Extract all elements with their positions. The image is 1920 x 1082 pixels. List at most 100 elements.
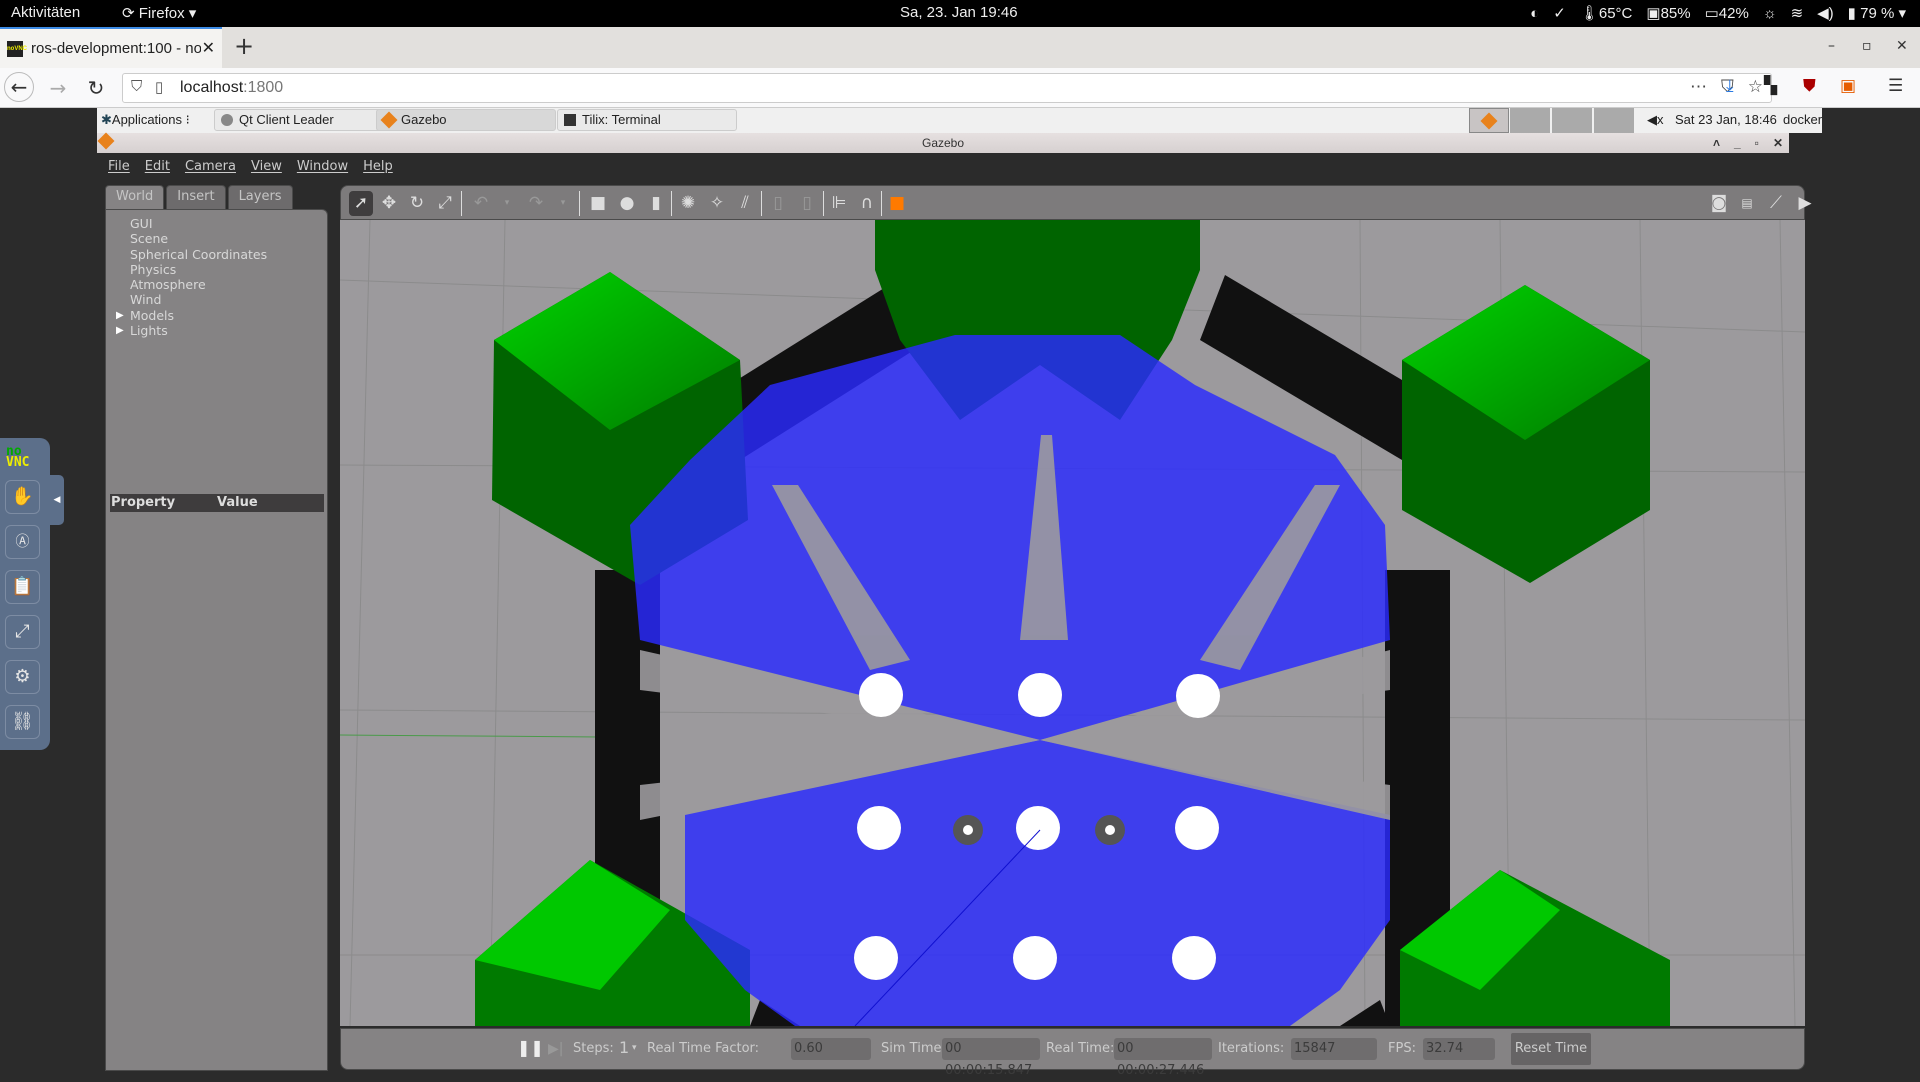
tree-item-gui[interactable]: GUI	[130, 216, 267, 231]
addon-s-icon[interactable]: ▣	[1840, 76, 1856, 96]
forward-button[interactable]: →	[44, 74, 72, 102]
gazebo-mini-icon	[1480, 112, 1498, 130]
box-icon[interactable]: ■	[586, 191, 610, 216]
tree-item-models[interactable]: ▶ Models	[116, 308, 267, 323]
tab-close-icon[interactable]: ✕	[202, 38, 215, 58]
system-clock[interactable]: Sa, 23. Jan 19:46	[900, 4, 1018, 21]
pillar	[1016, 806, 1060, 850]
align-icon[interactable]: ⊫	[827, 191, 851, 216]
redo-icon[interactable]: ↷	[524, 191, 548, 216]
rotate-icon[interactable]: ↻	[405, 191, 429, 216]
gz-maximize-button[interactable]: ▫	[1755, 133, 1759, 153]
novnc-bar-handle[interactable]: ◀	[50, 475, 64, 525]
spot-light-icon[interactable]: ✧	[705, 191, 729, 216]
taskbar-item-gazebo[interactable]: Gazebo	[376, 109, 556, 131]
gz-minimize-button[interactable]: _	[1734, 133, 1741, 153]
scale-icon[interactable]: ⤢	[433, 191, 457, 216]
expand-arrow-icon[interactable]: ▶	[116, 308, 124, 323]
menu-view[interactable]: View	[251, 159, 282, 174]
tab-world[interactable]: World	[105, 185, 165, 211]
view-angle-icon[interactable]: ■	[885, 191, 909, 216]
menu-help[interactable]: Help	[363, 159, 393, 174]
tree-item-wind[interactable]: Wind	[130, 292, 267, 307]
vnc-clock[interactable]: Sat 23 Jan, 18:46	[1675, 112, 1777, 127]
wifi-icon: ≋	[1790, 5, 1804, 22]
url-bar[interactable]: ⛉ ▯ localhost:1800 ⋯ ⛉ ☆	[122, 73, 1772, 103]
activities-button[interactable]: Aktivitäten	[11, 4, 80, 21]
3d-viewport[interactable]	[340, 220, 1805, 1026]
reload-button[interactable]: ↻	[82, 74, 110, 102]
paste-icon[interactable]: ▯	[795, 191, 819, 216]
gz-close-button[interactable]: ✕	[1773, 133, 1783, 153]
close-window-button[interactable]: ✕	[1896, 38, 1908, 54]
expand-arrow-icon[interactable]: ▶	[116, 323, 124, 338]
drag-icon[interactable]: ✋	[5, 480, 40, 514]
undo-icon[interactable]: ↶	[469, 191, 493, 216]
bookmark-star-icon[interactable]: ☆	[1748, 77, 1763, 97]
back-button[interactable]: ←	[4, 72, 34, 102]
steps-value[interactable]: 1	[619, 1038, 629, 1057]
taskbar-item-tilix[interactable]: Tilix: Terminal	[557, 109, 737, 131]
tree-item-physics[interactable]: Physics	[130, 262, 267, 277]
steps-spinner-icon[interactable]: ▾	[632, 1043, 637, 1053]
clipboard-icon[interactable]: 📋	[5, 570, 40, 604]
menu-window[interactable]: Window	[297, 159, 348, 174]
applications-menu[interactable]: ✱Applications ⁝	[101, 112, 190, 128]
tree-item-spherical-coordinates[interactable]: Spherical Coordinates	[130, 247, 267, 262]
system-tray[interactable]: ◐ ✓ 🌡65°C ▣85% ▭42% ☼ ≋ ◀) ▮ 79 % ▾	[1530, 4, 1906, 23]
page-actions-icon[interactable]: ⋯	[1690, 77, 1707, 97]
fullscreen-icon[interactable]: ⤢	[5, 615, 40, 649]
check-icon[interactable]: ✓	[1553, 4, 1566, 22]
directional-light-icon[interactable]: ⫽	[733, 191, 757, 216]
undo-dropdown-icon[interactable]: ▾	[495, 191, 519, 216]
screenshot-icon[interactable]: ◙	[1707, 191, 1731, 216]
scene-render[interactable]	[340, 220, 1805, 1026]
copy-icon[interactable]: ▯	[766, 191, 790, 216]
tracking-shield-icon[interactable]: ⛉	[131, 78, 142, 95]
app-menu[interactable]: ⟳ Firefox ▾	[122, 4, 196, 22]
keyboard-icon[interactable]: Ⓐ	[5, 525, 40, 559]
menu-camera[interactable]: Camera	[185, 159, 236, 174]
pause-button[interactable]: ❚❚	[517, 1038, 544, 1057]
vpn-icon[interactable]: ◐	[1530, 5, 1539, 22]
ublock-icon[interactable]: ⛊	[1803, 76, 1816, 96]
url-text[interactable]: localhost:1800	[180, 79, 283, 97]
tab-layers[interactable]: Layers	[227, 185, 293, 209]
workspace-3[interactable]	[1552, 108, 1592, 133]
page-info-icon[interactable]: ▯	[155, 78, 163, 96]
snap-icon[interactable]: ∩	[855, 191, 879, 216]
taskbar-item-qt-client[interactable]: Qt Client Leader Window	[214, 109, 384, 147]
plot-icon[interactable]: ⟋	[1764, 191, 1788, 216]
vnc-user[interactable]: docker	[1783, 112, 1822, 127]
extensions-grid-icon[interactable]: ▚	[1764, 76, 1777, 96]
maximize-button[interactable]: ▫	[1862, 38, 1872, 54]
tree-item-scene[interactable]: Scene	[130, 231, 267, 246]
select-arrow-icon[interactable]: ➚	[349, 191, 373, 216]
translate-icon[interactable]: ✥	[377, 191, 401, 216]
workspace-2[interactable]	[1510, 108, 1550, 133]
log-icon[interactable]: ▤	[1735, 191, 1759, 216]
redo-dropdown-icon[interactable]: ▾	[551, 191, 575, 216]
new-tab-button[interactable]: +	[234, 32, 254, 60]
sphere-icon[interactable]: ●	[615, 191, 639, 216]
workspace-4[interactable]	[1594, 108, 1634, 133]
tree-item-atmosphere[interactable]: Atmosphere	[130, 277, 267, 292]
workspace-1[interactable]	[1469, 108, 1509, 133]
hamburger-menu-icon[interactable]: ☰	[1888, 76, 1903, 96]
reset-time-button[interactable]: Reset Time	[1511, 1033, 1591, 1065]
disconnect-icon[interactable]: ⛓	[5, 705, 40, 739]
shade-button[interactable]: ˄	[1713, 133, 1720, 153]
video-icon[interactable]: ▶	[1793, 191, 1817, 216]
tree-item-lights[interactable]: ▶ Lights	[116, 323, 267, 338]
point-light-icon[interactable]: ✺	[676, 191, 700, 216]
volume-muted-icon[interactable]: ◀x	[1647, 112, 1664, 128]
cylinder-icon[interactable]: ▮	[644, 191, 668, 216]
downloads-icon[interactable]: ⤓	[1726, 76, 1734, 96]
settings-icon[interactable]: ⚙	[5, 660, 40, 694]
tab-insert[interactable]: Insert	[166, 185, 226, 209]
menu-file[interactable]: File	[108, 159, 130, 174]
menu-edit[interactable]: Edit	[145, 159, 170, 174]
minimize-button[interactable]: –	[1828, 38, 1835, 54]
browser-tab[interactable]: noVNC ros-development:100 - noVNC ✕	[0, 27, 222, 68]
step-button[interactable]: ▶|	[548, 1041, 563, 1057]
